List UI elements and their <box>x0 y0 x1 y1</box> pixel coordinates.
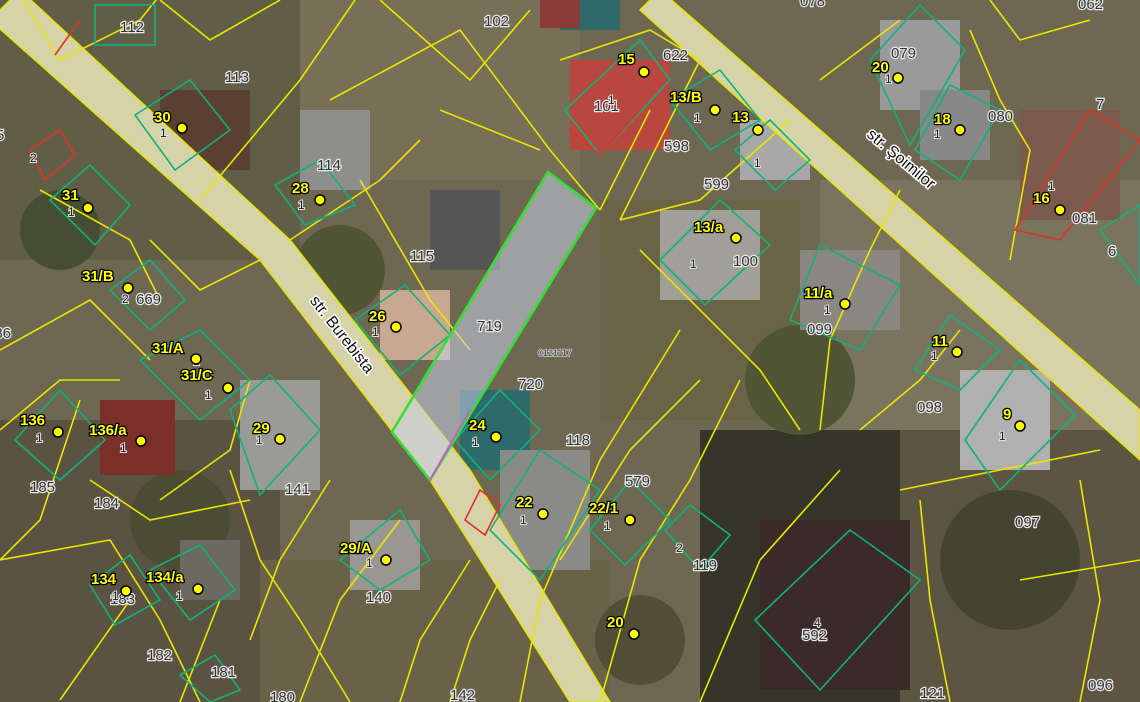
parcel-id: 062 <box>1078 0 1103 13</box>
svg-text:22/1: 22/1 <box>589 500 618 517</box>
svg-text:1: 1 <box>690 257 697 271</box>
svg-text:2: 2 <box>676 541 683 555</box>
parcel-id: 720 <box>518 376 543 393</box>
svg-text:11/a: 11/a <box>804 285 833 302</box>
parcel-id: 114 <box>317 157 341 174</box>
svg-text:31: 31 <box>62 187 79 204</box>
svg-text:1: 1 <box>608 93 615 107</box>
svg-text:13/B: 13/B <box>670 89 702 106</box>
parcel-id: 6 <box>1108 243 1116 260</box>
svg-text:1: 1 <box>472 435 479 449</box>
parcel-id: 112 <box>120 19 144 36</box>
svg-text:1: 1 <box>298 198 305 212</box>
svg-text:1: 1 <box>372 325 379 339</box>
parcel-id: 078 <box>800 0 825 10</box>
svg-text:1: 1 <box>931 349 938 363</box>
svg-text:134/a: 134/a <box>146 569 184 586</box>
svg-text:28: 28 <box>292 180 309 197</box>
parcel-id: 181 <box>211 664 236 681</box>
svg-text:4: 4 <box>814 616 821 630</box>
svg-text:30: 30 <box>154 109 171 126</box>
svg-text:136: 136 <box>20 412 45 429</box>
svg-text:1: 1 <box>694 111 701 125</box>
svg-text:1: 1 <box>160 126 167 140</box>
parcel-id: 079 <box>891 45 916 62</box>
parcel-id: 142 <box>450 687 475 702</box>
cadastral-map[interactable]: str. Burebista str. Şoimilor 0121117 102… <box>0 0 1140 702</box>
svg-text:1: 1 <box>366 556 373 570</box>
svg-text:18: 18 <box>934 111 951 128</box>
svg-text:1: 1 <box>205 388 212 402</box>
parcel-id: 140 <box>366 589 391 606</box>
svg-text:1: 1 <box>68 205 75 219</box>
svg-text:1: 1 <box>754 156 761 170</box>
svg-text:31/B: 31/B <box>82 268 114 285</box>
parcel-id: 097 <box>1015 514 1040 531</box>
svg-text:9: 9 <box>1003 406 1011 423</box>
svg-text:134: 134 <box>91 571 117 588</box>
svg-text:13/a: 13/a <box>694 219 724 236</box>
svg-text:1: 1 <box>520 513 527 527</box>
parcel-id: 182 <box>147 647 172 664</box>
parcel-id: 118 <box>566 432 590 449</box>
parcel-id-selected: 719 <box>477 318 502 335</box>
parcel-id: 080 <box>988 108 1013 125</box>
parcel-id: 102 <box>484 13 509 30</box>
parcel-id: 180 <box>270 689 295 702</box>
svg-text:1: 1 <box>112 589 119 603</box>
parcel-id: 081 <box>1072 210 1097 227</box>
parcel-id: 622 <box>663 47 688 64</box>
svg-text:26: 26 <box>369 308 386 325</box>
svg-text:1: 1 <box>176 589 183 603</box>
parcel-id: 086 <box>0 325 11 342</box>
svg-text:11: 11 <box>932 333 948 350</box>
svg-text:15: 15 <box>618 51 635 68</box>
svg-text:1: 1 <box>824 303 831 317</box>
svg-text:13: 13 <box>732 109 749 126</box>
parcel-id: 101 <box>594 98 619 115</box>
svg-text:20: 20 <box>872 59 889 76</box>
parcel-id: 100 <box>733 253 758 270</box>
parcel-id: 099 <box>807 321 832 338</box>
svg-text:1: 1 <box>36 431 43 445</box>
svg-text:1: 1 <box>934 127 941 141</box>
parcel-id: 141 <box>285 481 310 498</box>
svg-text:1: 1 <box>604 519 611 533</box>
svg-text:136/a: 136/a <box>89 422 127 439</box>
svg-text:20: 20 <box>607 614 624 631</box>
parcel-id: 599 <box>704 176 729 193</box>
sector-code: 0121117 <box>538 348 572 358</box>
parcel-id: 7 <box>1096 96 1104 113</box>
svg-text:22: 22 <box>516 494 533 511</box>
parcel-id: 096 <box>1088 677 1113 694</box>
parcel-id: 579 <box>625 473 650 490</box>
svg-text:1: 1 <box>120 441 127 455</box>
parcel-id: 115 <box>410 248 434 265</box>
building-number: 2 <box>30 151 37 165</box>
svg-text:24: 24 <box>469 417 486 434</box>
svg-text:31/C: 31/C <box>181 367 213 384</box>
parcel-id: 184 <box>94 495 119 512</box>
svg-text:29: 29 <box>253 420 270 437</box>
parcel-id: 5 <box>0 127 4 144</box>
parcel-id: 185 <box>30 479 55 496</box>
svg-text:1: 1 <box>999 429 1006 443</box>
parcel-id: 598 <box>664 138 689 155</box>
parcel-id: 098 <box>917 399 942 416</box>
parcel-id: 121 <box>920 685 945 702</box>
svg-text:16: 16 <box>1033 190 1050 207</box>
svg-text:29/A: 29/A <box>340 540 372 557</box>
parcel-id: 113 <box>225 69 249 86</box>
parcel-id: 669 <box>136 291 161 308</box>
svg-text:31/A: 31/A <box>152 340 184 357</box>
parcel-id: 119 <box>693 557 717 574</box>
svg-text:2: 2 <box>122 292 129 306</box>
